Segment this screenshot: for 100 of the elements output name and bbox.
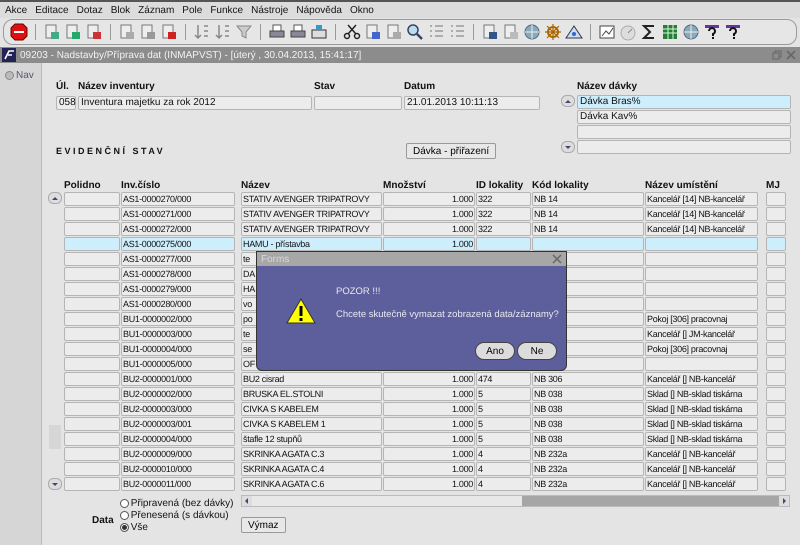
table-cell[interactable]: CIVKA S KABELEM 1 <box>241 417 382 431</box>
table-cell[interactable] <box>645 282 758 296</box>
inventory-name-field[interactable]: Inventura majetku za rok 2012 <box>78 96 312 110</box>
table-cell[interactable]: NB 038 <box>532 417 644 431</box>
table-cell[interactable]: 1.000 <box>383 417 475 431</box>
table-cell[interactable] <box>64 327 120 341</box>
radio-option[interactable]: Vše <box>120 522 234 533</box>
table-cell[interactable] <box>766 462 786 476</box>
table-cell[interactable]: Sklad [] NB-sklad tiskárna <box>645 402 758 416</box>
table-cell[interactable]: Pokoj [306] pracovnaj <box>645 342 758 356</box>
menu-item[interactable]: Záznam <box>138 4 174 16</box>
scroll-up-icon[interactable] <box>48 192 62 204</box>
table-cell[interactable]: Kancelář [14] NB-kancelář <box>645 192 758 206</box>
table-cell[interactable] <box>766 192 786 206</box>
document-icon[interactable] <box>118 23 136 41</box>
table-cell[interactable] <box>645 297 758 311</box>
table-cell[interactable]: NB 14 <box>532 192 644 206</box>
table-cell[interactable]: SKRINKA AGATA C.3 <box>241 447 382 461</box>
globe-icon[interactable] <box>682 23 700 41</box>
table-cell[interactable] <box>766 207 786 221</box>
filter-icon[interactable] <box>235 23 253 41</box>
table-cell[interactable] <box>645 252 758 266</box>
table-cell[interactable] <box>64 207 120 221</box>
search-icon[interactable] <box>406 23 424 41</box>
table-cell[interactable]: NB 232a <box>532 477 644 491</box>
table-cell[interactable]: 1.000 <box>383 192 475 206</box>
table-cell[interactable]: BRUSKA EL.STOLNI <box>241 387 382 401</box>
table-cell[interactable]: NB 038 <box>532 402 644 416</box>
table-cell[interactable] <box>64 432 120 446</box>
table-cell[interactable]: BU1-0000003/000 <box>121 327 235 341</box>
radio-button[interactable] <box>120 523 129 532</box>
table-cell[interactable] <box>766 282 786 296</box>
radio-button[interactable] <box>120 511 129 520</box>
menu-item[interactable]: Dotaz <box>76 4 103 16</box>
state-field[interactable] <box>314 96 402 110</box>
table-cell[interactable]: Kancelář [] JM-kancelář <box>645 327 758 341</box>
table-cell[interactable]: Pokoj [306] pracovnaj <box>645 312 758 326</box>
scroll-down-icon[interactable] <box>48 478 62 490</box>
table-cell[interactable]: STATIV AVENGER TRIPATROVY <box>241 222 382 236</box>
help-icon[interactable] <box>703 23 721 41</box>
table-cell[interactable]: SKRINKA AGATA C.4 <box>241 462 382 476</box>
menu-item[interactable]: Editace <box>35 4 69 16</box>
triangle-icon[interactable] <box>565 23 583 41</box>
table-cell[interactable]: 1.000 <box>383 402 475 416</box>
menu-item[interactable]: Nástroje <box>251 4 288 16</box>
table-cell[interactable] <box>766 267 786 281</box>
table-cell[interactable]: BU2-0000004/000 <box>121 432 235 446</box>
restore-icon[interactable] <box>772 50 782 60</box>
table-cell[interactable]: NB 14 <box>532 207 644 221</box>
table-cell[interactable]: Kancelář [14] NB-kancelář <box>645 222 758 236</box>
table-cell[interactable]: NB 038 <box>532 387 644 401</box>
table-cell[interactable] <box>766 372 786 386</box>
table-cell[interactable] <box>64 252 120 266</box>
table-cell[interactable]: NB 038 <box>532 432 644 446</box>
menu-item[interactable]: Akce <box>5 4 28 16</box>
menu-item[interactable]: Pole <box>182 4 202 16</box>
table-cell[interactable] <box>766 402 786 416</box>
table-cell[interactable] <box>64 462 120 476</box>
table-cell[interactable]: SKRINKA AGATA C.6 <box>241 477 382 491</box>
table-cell[interactable]: BU2-0000010/000 <box>121 462 235 476</box>
assign-button[interactable]: Dávka - přiřazení <box>406 143 496 159</box>
table-cell[interactable] <box>766 357 786 371</box>
table-cell[interactable] <box>64 387 120 401</box>
table-cell[interactable]: Sklad [] NB-sklad tiskárna <box>645 417 758 431</box>
table-cell[interactable]: BU2-0000009/000 <box>121 447 235 461</box>
document-icon[interactable] <box>85 23 103 41</box>
table-cell[interactable]: Kancelář [] NB-kancelář <box>645 447 758 461</box>
table-cell[interactable] <box>64 282 120 296</box>
table-cell[interactable] <box>645 237 758 251</box>
table-cell[interactable]: 322 <box>476 192 531 206</box>
document-icon[interactable] <box>385 23 403 41</box>
table-cell[interactable]: 1.000 <box>383 432 475 446</box>
table-cell[interactable]: 1.000 <box>383 237 475 251</box>
table-cell[interactable] <box>645 267 758 281</box>
table-cell[interactable] <box>766 327 786 341</box>
sort-icon[interactable] <box>193 23 211 41</box>
table-cell[interactable] <box>645 357 758 371</box>
table-cell[interactable]: HAMU - přístavba <box>241 237 382 251</box>
table-cell[interactable]: 1.000 <box>383 207 475 221</box>
close-icon[interactable] <box>552 254 562 264</box>
tray-icon[interactable] <box>310 23 328 41</box>
table-cell[interactable]: AS1-0000278/000 <box>121 267 235 281</box>
table-cell[interactable] <box>64 372 120 386</box>
globe-icon[interactable] <box>523 23 541 41</box>
table-cell[interactable]: BU2-0000001/000 <box>121 372 235 386</box>
table-cell[interactable] <box>766 237 786 251</box>
scroll-up-icon[interactable] <box>561 95 575 107</box>
table-cell[interactable]: AS1-0000277/000 <box>121 252 235 266</box>
chart-icon[interactable] <box>598 23 616 41</box>
nav-tab[interactable]: Nav <box>5 70 34 81</box>
table-cell[interactable]: NB 232a <box>532 447 644 461</box>
table-cell[interactable]: 5 <box>476 417 531 431</box>
table-cell[interactable]: NB 232a <box>532 462 644 476</box>
help-icon[interactable] <box>724 23 742 41</box>
table-cell[interactable]: 1.000 <box>383 387 475 401</box>
menu-item[interactable]: Nápověda <box>296 4 342 16</box>
menu-item[interactable]: Okno <box>350 4 374 16</box>
table-cell[interactable] <box>532 237 644 251</box>
table-cell[interactable]: AS1-0000271/000 <box>121 207 235 221</box>
wheel-icon[interactable] <box>544 23 562 41</box>
